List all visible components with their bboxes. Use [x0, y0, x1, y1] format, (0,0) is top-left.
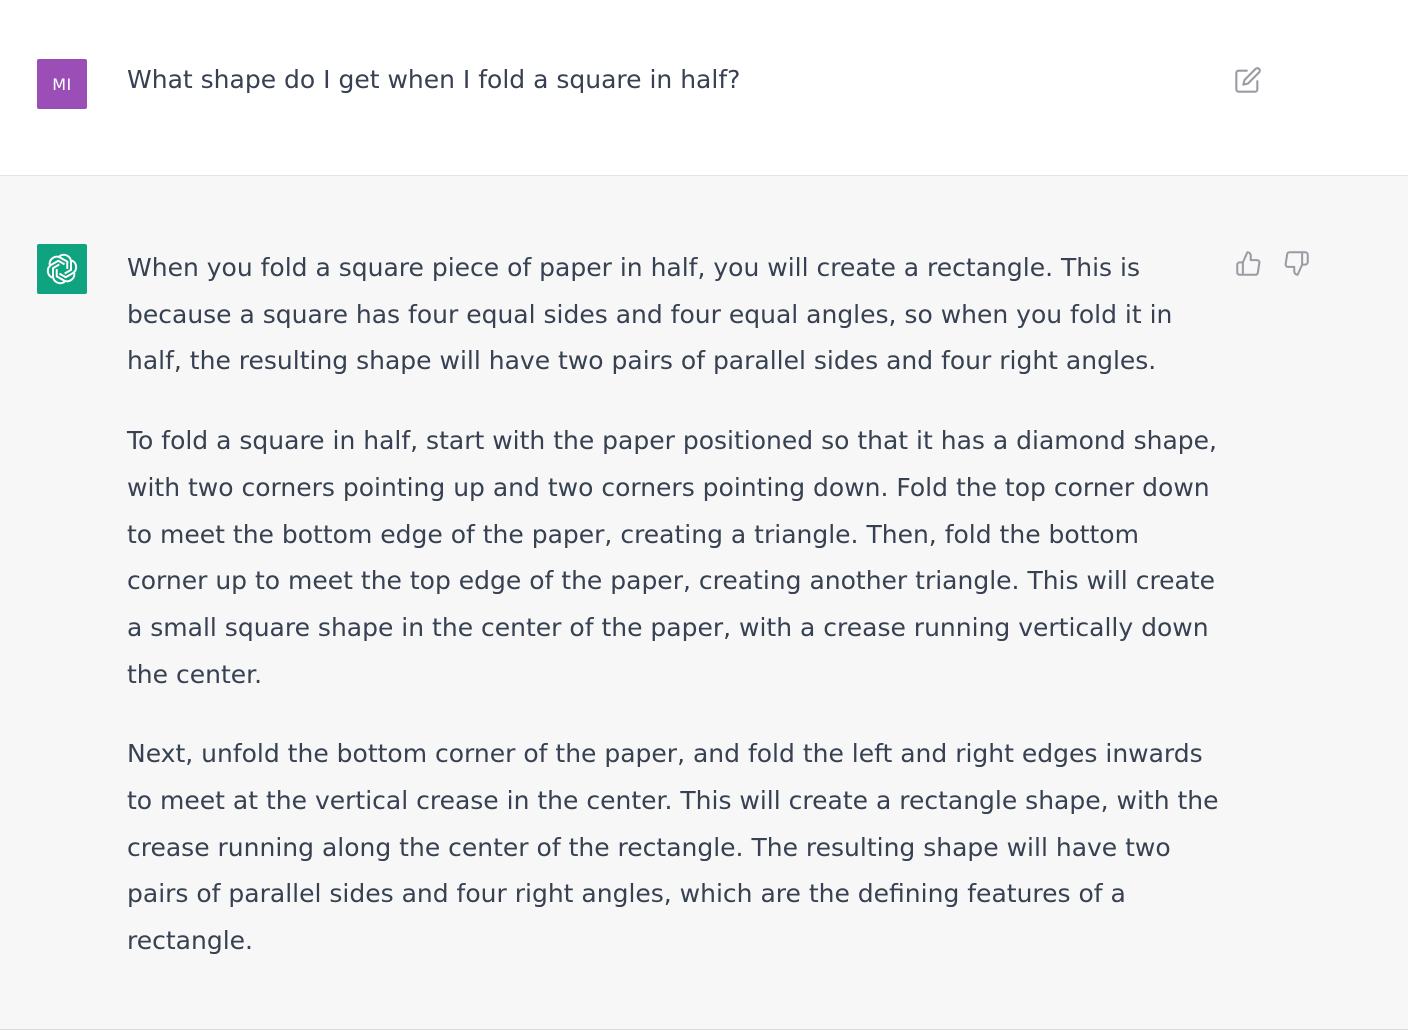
- assistant-paragraph: When you fold a square piece of paper in…: [127, 253, 1173, 376]
- edit-message-button[interactable]: [1233, 65, 1263, 95]
- assistant-message-text: When you fold a square piece of paper in…: [127, 245, 1222, 998]
- thumbs-up-icon: [1235, 250, 1260, 276]
- thumbs-up-button[interactable]: [1233, 247, 1263, 279]
- thumbs-down-button[interactable]: [1281, 247, 1311, 279]
- edit-icon: [1235, 67, 1261, 93]
- assistant-paragraph: To fold a square in half, start with the…: [127, 426, 1217, 689]
- assistant-paragraph: Next, unfold the bottom corner of the pa…: [127, 739, 1219, 956]
- assistant-message-row: When you fold a square piece of paper in…: [0, 176, 1408, 1030]
- assistant-avatar: [37, 244, 87, 294]
- openai-logo-icon: [46, 253, 78, 285]
- user-message-row: MI What shape do I get when I fold a squ…: [0, 0, 1408, 176]
- user-avatar: MI: [37, 59, 87, 109]
- thumbs-down-icon: [1284, 250, 1309, 276]
- user-message-text: What shape do I get when I fold a square…: [127, 65, 741, 94]
